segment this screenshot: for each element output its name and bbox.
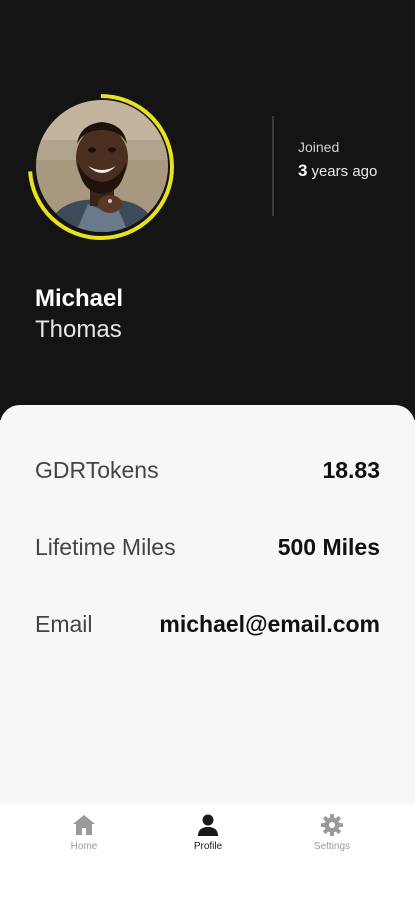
nav-label-profile: Profile <box>193 841 223 852</box>
user-last-name: Thomas <box>35 316 122 343</box>
joined-years-suffix: years ago <box>311 163 378 180</box>
nav-label-home: Home <box>70 841 98 852</box>
user-first-name: Michael <box>35 285 124 312</box>
nav-item-home[interactable]: Home <box>44 813 124 852</box>
home-icon <box>73 815 95 835</box>
nav-item-profile[interactable]: Profile <box>168 813 248 852</box>
stat-label: Email <box>35 610 93 637</box>
stat-row-email: Email michael@email.com <box>35 604 380 644</box>
stat-row-miles: Lifetime Miles 500 Miles <box>35 527 380 567</box>
profile-details-card: GDRTokens 18.83 Lifetime Miles 500 Miles… <box>0 405 415 805</box>
stat-value: 500 Miles <box>277 533 380 560</box>
stat-label: Lifetime Miles <box>35 533 176 560</box>
bottom-navigation: Home Profile Settings <box>0 805 415 900</box>
gear-icon <box>321 814 343 836</box>
person-icon <box>198 814 218 836</box>
avatar-container <box>26 92 176 242</box>
joined-label: Joined <box>298 139 340 155</box>
joined-value: 3 years ago <box>298 161 377 181</box>
avatar-photo <box>36 100 168 232</box>
nav-label-settings: Settings <box>313 841 351 852</box>
stat-row-tokens: GDRTokens 18.83 <box>35 450 380 490</box>
stat-value: michael@email.com <box>159 610 380 637</box>
joined-years-number: 3 <box>298 161 308 180</box>
header-divider <box>272 116 274 216</box>
stat-label: GDRTokens <box>35 456 159 483</box>
nav-item-settings[interactable]: Settings <box>292 813 372 852</box>
profile-header: Joined 3 years ago Michael Thomas <box>0 0 415 420</box>
stat-value: 18.83 <box>322 456 380 483</box>
avatar[interactable] <box>36 100 168 232</box>
